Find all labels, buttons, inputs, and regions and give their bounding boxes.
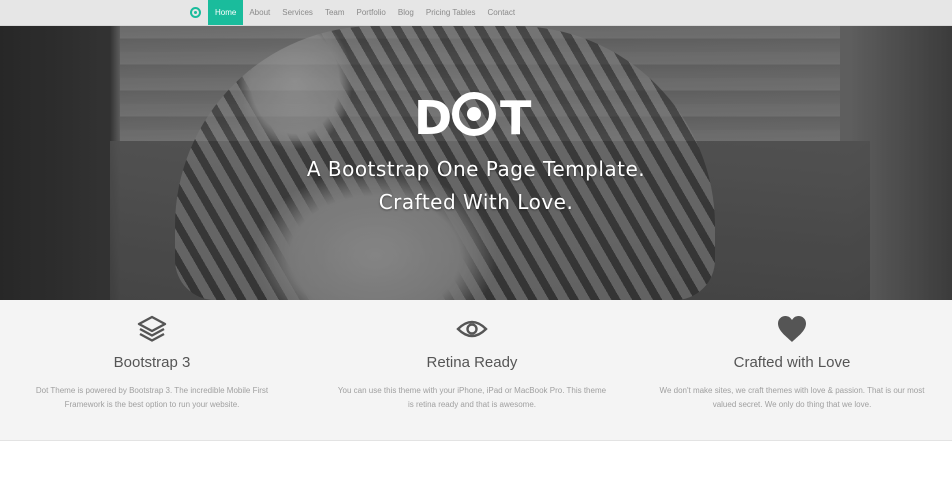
feature-title: Bootstrap 3 [113,354,191,371]
feature-retina: Retina Ready You can use this theme with… [322,300,622,412]
feature-text: Dot Theme is powered by Bootstrap 3. The… [35,386,269,409]
hero-tagline-line1: A Bootstrap One Page Template. [306,157,646,181]
navbar: Home About Services Team Portfolio Blog … [0,0,952,26]
nav-portfolio[interactable]: Portfolio [351,0,392,25]
features-section: Bootstrap 3 Dot Theme is powered by Boot… [0,300,952,441]
heart-icon [642,314,942,344]
feature-bootstrap: Bootstrap 3 Dot Theme is powered by Boot… [2,300,302,412]
nav-home[interactable]: Home [208,0,244,25]
nav-pricing-tables[interactable]: Pricing Tables [420,0,482,25]
nav-services[interactable]: Services [276,0,319,25]
feature-title: Crafted with Love [733,354,851,371]
feature-title: Retina Ready [426,354,518,371]
nav-team[interactable]: Team [319,0,351,25]
eye-icon [322,314,622,344]
feature-text: We don't make sites, we craft themes wit… [659,386,925,409]
main-nav: Home About Services Team Portfolio Blog … [208,0,521,25]
nav-about[interactable]: About [243,0,276,25]
hero-tagline-line2: Crafted With Love. [378,190,574,214]
hero-section: D T A Bootstrap One Page Template. Craft… [0,26,952,300]
brand-logo-icon[interactable] [190,7,201,18]
nav-contact[interactable]: Contact [482,0,522,25]
nav-blog[interactable]: Blog [392,0,420,25]
feature-text: You can use this theme with your iPhone,… [337,386,607,409]
layers-icon [2,314,302,344]
hero-logo: D T [414,91,532,145]
feature-crafted: Crafted with Love We don't make sites, w… [642,300,942,412]
logo-o-icon [452,92,496,136]
